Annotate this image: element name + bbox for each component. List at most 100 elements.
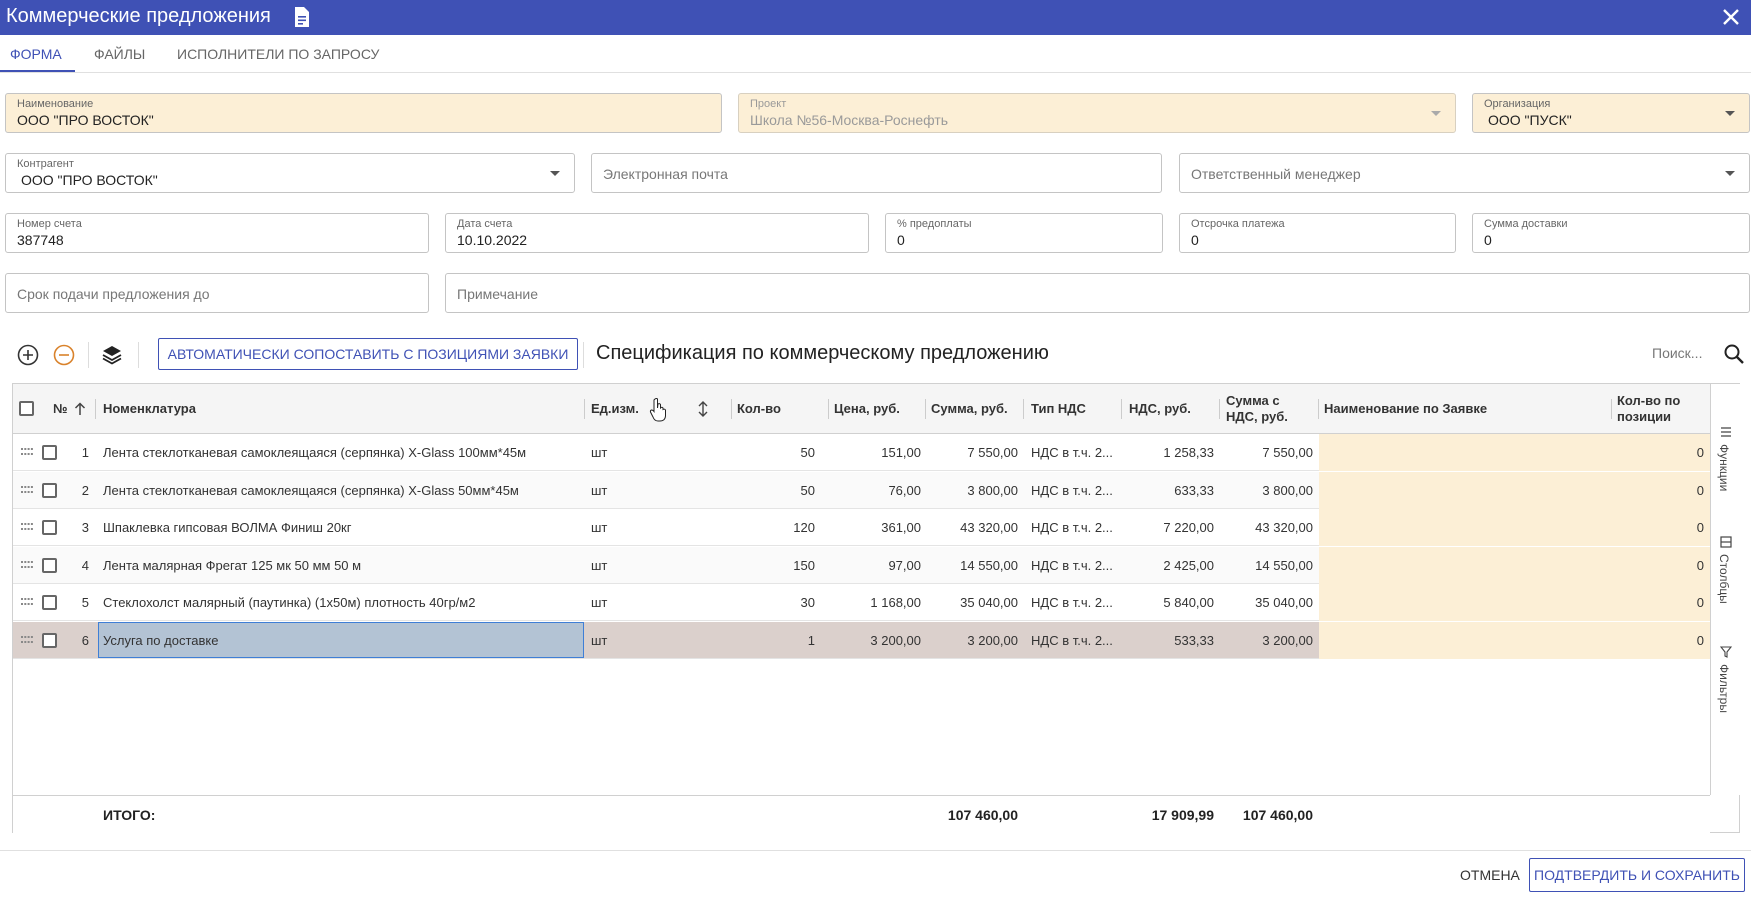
columns-panel-toggle[interactable]: Столбцы [1715,534,1737,614]
counterparty-select[interactable]: Контрагент ООО "ПРО ВОСТОК" [5,153,575,193]
header-sum[interactable]: Сумма, руб. [931,384,1021,434]
cell-unit[interactable]: шт [591,584,651,621]
tab-files[interactable]: ФАЙЛЫ [94,46,145,62]
cell-unit[interactable]: шт [591,547,651,584]
cell-name[interactable]: Лента малярная Фрегат 125 мк 50 мм 50 м [103,547,581,584]
chevron-down-icon[interactable] [550,171,560,176]
cell-qty[interactable]: 50 [735,472,815,509]
cell-qty-pos[interactable]: 0 [1609,546,1710,584]
cell-num[interactable]: 2 [53,472,89,509]
search-icon[interactable] [1723,343,1745,365]
cell-vat-type[interactable]: НДС в т.ч. 2... [1031,622,1117,659]
table-row[interactable]: 3 Шпаклевка гипсовая ВОЛМА Финиш 20кг шт 12… [13,509,1710,546]
select-all-checkbox[interactable] [19,401,34,416]
cell-sum-vat[interactable]: 3 800,00 [1221,472,1313,509]
table-row[interactable]: 2 Лента стеклотканевая самоклеящаяся (сер… [13,471,1710,509]
confirm-save-button[interactable]: ПОДТВЕРДИТЬ И СОХРАНИТЬ [1529,858,1745,892]
filters-panel-toggle[interactable]: Фильтры [1715,644,1737,724]
cell-req-name[interactable] [1319,509,1609,546]
header-qty-position[interactable]: Кол-во по позиции [1617,384,1705,434]
cell-vat-type[interactable]: НДС в т.ч. 2... [1031,509,1117,546]
cell-vat-type[interactable]: НДС в т.ч. 2... [1031,584,1117,621]
layers-icon[interactable] [100,343,124,367]
cell-req-name[interactable] [1319,621,1609,659]
sort-toggle-icon[interactable] [697,401,709,417]
tab-form[interactable]: ФОРМА [10,46,62,62]
cell-price[interactable]: 151,00 [831,434,921,471]
add-circle-icon[interactable] [16,343,40,367]
name-field[interactable]: Наименование ООО "ПРО ВОСТОК" [5,93,722,133]
cell-name[interactable]: Услуга по доставке [103,622,581,659]
cell-qty-pos[interactable]: 0 [1609,509,1710,546]
header-request-name[interactable]: Наименование по Заявке [1324,384,1604,434]
cell-price[interactable]: 3 200,00 [831,622,921,659]
cell-vat[interactable]: 1 258,33 [1123,434,1214,471]
cell-vat-type[interactable]: НДС в т.ч. 2... [1031,547,1117,584]
header-qty[interactable]: Кол-во [737,384,817,434]
cell-sum-vat[interactable]: 7 550,00 [1221,434,1313,471]
cell-unit[interactable]: шт [591,509,651,546]
drag-handle-icon[interactable] [21,447,33,457]
drag-handle-icon[interactable] [21,635,33,645]
header-sum-vat[interactable]: Сумма с НДС, руб. [1226,384,1306,434]
cell-sum-vat[interactable]: 35 040,00 [1221,584,1313,621]
cell-qty[interactable]: 30 [735,584,815,621]
header-vat-type[interactable]: Тип НДС [1031,384,1116,434]
table-row[interactable]: 6 Услуга по доставке шт 1 3 200,00 3 200,00 НД… [13,621,1710,659]
cell-qty-pos[interactable]: 0 [1609,434,1710,471]
cell-sum[interactable]: 3 800,00 [928,472,1018,509]
cell-qty[interactable]: 50 [735,434,815,471]
search-input[interactable]: Поиск... [1652,345,1702,361]
cell-vat[interactable]: 2 425,00 [1123,547,1214,584]
cell-qty[interactable]: 120 [735,509,815,546]
deadline-input[interactable]: Срок подачи предложения до [5,273,429,313]
cell-name[interactable]: Лента стеклотканевая самоклеящаяся (серп… [103,472,581,509]
manager-select[interactable]: Ответственный менеджер [1179,153,1750,193]
cell-num[interactable]: 6 [53,622,89,659]
cell-qty[interactable]: 150 [735,547,815,584]
cell-qty-pos[interactable]: 0 [1609,584,1710,621]
invoice-date-input[interactable]: Дата счета 10.10.2022 [445,213,869,253]
cell-num[interactable]: 5 [53,584,89,621]
cell-sum[interactable]: 7 550,00 [928,434,1018,471]
email-input[interactable]: Электронная почта [591,153,1162,193]
deferral-input[interactable]: Отсрочка платежа 0 [1179,213,1456,253]
cell-name[interactable]: Стеклохолст малярный (паутинка) (1х50м) … [103,584,581,621]
cell-sum[interactable]: 3 200,00 [928,622,1018,659]
cell-sum[interactable]: 14 550,00 [928,547,1018,584]
cell-vat[interactable]: 7 220,00 [1123,509,1214,546]
drag-handle-icon[interactable] [21,485,33,495]
header-unit[interactable]: Ед.изм. [591,384,651,434]
close-icon[interactable] [1721,7,1741,27]
cell-price[interactable]: 76,00 [831,472,921,509]
cell-sum-vat[interactable]: 43 320,00 [1221,509,1313,546]
cell-num[interactable]: 4 [53,547,89,584]
cell-qty-pos[interactable]: 0 [1609,471,1710,509]
cell-unit[interactable]: шт [591,472,651,509]
cell-unit[interactable]: шт [591,434,651,471]
delivery-sum-input[interactable]: Сумма доставки 0 [1472,213,1750,253]
tab-executors[interactable]: ИСПОЛНИТЕЛИ ПО ЗАПРОСУ [177,46,379,62]
sort-ascending-icon[interactable] [74,402,86,416]
cell-sum-vat[interactable]: 14 550,00 [1221,547,1313,584]
cell-price[interactable]: 361,00 [831,509,921,546]
cell-vat[interactable]: 633,33 [1123,472,1214,509]
cancel-button[interactable]: ОТМЕНА [1460,867,1520,883]
invoice-number-input[interactable]: Номер счета 387748 [5,213,429,253]
cell-vat[interactable]: 533,33 [1123,622,1214,659]
cell-req-name[interactable] [1319,434,1609,471]
cell-req-name[interactable] [1319,546,1609,584]
table-row[interactable]: 1 Лента стеклотканевая самоклеящаяся (сер… [13,434,1710,471]
cell-price[interactable]: 97,00 [831,547,921,584]
table-row[interactable]: 5 Стеклохолст малярный (паутинка) (1х50м)… [13,584,1710,621]
drag-handle-icon[interactable] [21,560,33,570]
cell-unit[interactable]: шт [591,622,651,659]
cell-name[interactable]: Лента стеклотканевая самоклеящаяся (серп… [103,434,581,471]
header-vat[interactable]: НДС, руб. [1129,384,1214,434]
cell-price[interactable]: 1 168,00 [831,584,921,621]
cell-vat[interactable]: 5 840,00 [1123,584,1214,621]
cell-sum[interactable]: 35 040,00 [928,584,1018,621]
cell-vat-type[interactable]: НДС в т.ч. 2... [1031,472,1117,509]
note-input[interactable]: Примечание [445,273,1750,313]
cell-num[interactable]: 3 [53,509,89,546]
